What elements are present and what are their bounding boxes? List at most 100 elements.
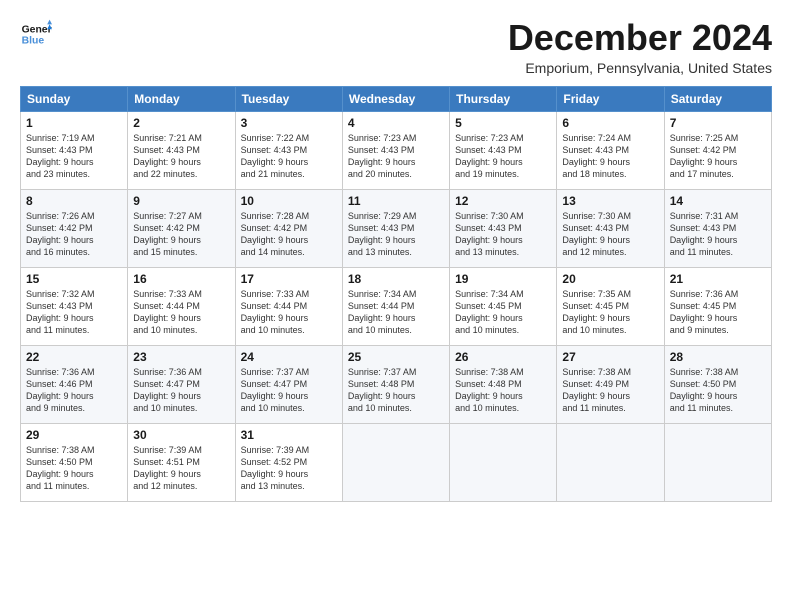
day-info: Sunrise: 7:28 AMSunset: 4:42 PMDaylight:… [241,210,337,259]
header-wednesday: Wednesday [342,86,449,111]
table-row: 10 Sunrise: 7:28 AMSunset: 4:42 PMDayligh… [235,189,342,267]
day-info: Sunrise: 7:38 AMSunset: 4:48 PMDaylight:… [455,366,551,415]
day-number: 31 [241,428,337,442]
calendar-week-row: 8 Sunrise: 7:26 AMSunset: 4:42 PMDaylight… [21,189,772,267]
table-row [557,423,664,501]
day-number: 5 [455,116,551,130]
svg-text:General: General [22,24,52,35]
table-row: 7 Sunrise: 7:25 AMSunset: 4:42 PMDaylight… [664,111,771,189]
day-number: 12 [455,194,551,208]
page: General Blue General Blue December 2024 … [0,0,792,512]
day-number: 16 [133,272,229,286]
header-thursday: Thursday [450,86,557,111]
table-row: 22Sunrise: 7:36 AMSunset: 4:46 PMDayligh… [21,345,128,423]
day-number: 26 [455,350,551,364]
table-row: 12 Sunrise: 7:30 AMSunset: 4:43 PMDayligh… [450,189,557,267]
table-row: 23 Sunrise: 7:36 AMSunset: 4:47 PMDayligh… [128,345,235,423]
table-row: 16 Sunrise: 7:33 AMSunset: 4:44 PMDayligh… [128,267,235,345]
day-number: 23 [133,350,229,364]
table-row: 14 Sunrise: 7:31 AMSunset: 4:43 PMDayligh… [664,189,771,267]
day-info: Sunrise: 7:27 AMSunset: 4:42 PMDaylight:… [133,210,229,259]
calendar-table: Sunday Monday Tuesday Wednesday Thursday… [20,86,772,502]
day-number: 14 [670,194,766,208]
logo-icon: General Blue [20,18,52,50]
table-row: 25Sunrise: 7:37 AMSunset: 4:48 PMDayligh… [342,345,449,423]
day-number: 28 [670,350,766,364]
day-info: Sunrise: 7:30 AMSunset: 4:43 PMDaylight:… [455,210,551,259]
day-info: Sunrise: 7:34 AMSunset: 4:45 PMDaylight:… [455,288,551,337]
day-number: 7 [670,116,766,130]
table-row: 5 Sunrise: 7:23 AMSunset: 4:43 PMDaylight… [450,111,557,189]
day-info: Sunrise: 7:34 AMSunset: 4:44 PMDaylight:… [348,288,444,337]
table-row: 8 Sunrise: 7:26 AMSunset: 4:42 PMDaylight… [21,189,128,267]
day-info: Sunrise: 7:25 AMSunset: 4:42 PMDaylight:… [670,132,766,181]
day-info: Sunrise: 7:26 AMSunset: 4:42 PMDaylight:… [26,210,122,259]
table-row: 27 Sunrise: 7:38 AMSunset: 4:49 PMDayligh… [557,345,664,423]
table-row: 20 Sunrise: 7:35 AMSunset: 4:45 PMDayligh… [557,267,664,345]
day-info: Sunrise: 7:36 AMSunset: 4:46 PMDaylight:… [26,366,122,415]
day-info: Sunrise: 7:39 AMSunset: 4:52 PMDaylight:… [241,444,337,493]
day-info: Sunrise: 7:36 AMSunset: 4:47 PMDaylight:… [133,366,229,415]
title-area: December 2024 Emporium, Pennsylvania, Un… [508,18,772,76]
day-number: 17 [241,272,337,286]
day-number: 8 [26,194,122,208]
day-info: Sunrise: 7:33 AMSunset: 4:44 PMDaylight:… [133,288,229,337]
header: General Blue General Blue December 2024 … [20,18,772,76]
header-tuesday: Tuesday [235,86,342,111]
day-number: 29 [26,428,122,442]
header-monday: Monday [128,86,235,111]
day-number: 30 [133,428,229,442]
logo: General Blue General Blue [20,18,52,50]
table-row: 29 Sunrise: 7:38 AMSunset: 4:50 PMDayligh… [21,423,128,501]
calendar-week-row: 29 Sunrise: 7:38 AMSunset: 4:50 PMDayligh… [21,423,772,501]
day-info: Sunrise: 7:37 AMSunset: 4:47 PMDaylight:… [241,366,337,415]
calendar-week-row: 1Sunrise: 7:19 AMSunset: 4:43 PMDaylight… [21,111,772,189]
day-info: Sunrise: 7:35 AMSunset: 4:45 PMDaylight:… [562,288,658,337]
day-number: 21 [670,272,766,286]
table-row [450,423,557,501]
day-info: Sunrise: 7:19 AMSunset: 4:43 PMDaylight:… [26,132,122,181]
table-row: 18Sunrise: 7:34 AMSunset: 4:44 PMDayligh… [342,267,449,345]
day-number: 24 [241,350,337,364]
header-saturday: Saturday [664,86,771,111]
day-info: Sunrise: 7:21 AMSunset: 4:43 PMDaylight:… [133,132,229,181]
calendar-header-row: Sunday Monday Tuesday Wednesday Thursday… [21,86,772,111]
table-row: 30 Sunrise: 7:39 AMSunset: 4:51 PMDayligh… [128,423,235,501]
day-number: 25 [348,350,444,364]
table-row [342,423,449,501]
day-number: 15 [26,272,122,286]
location: Emporium, Pennsylvania, United States [508,60,772,76]
day-info: Sunrise: 7:38 AMSunset: 4:49 PMDaylight:… [562,366,658,415]
day-info: Sunrise: 7:32 AMSunset: 4:43 PMDaylight:… [26,288,122,337]
table-row: 28 Sunrise: 7:38 AMSunset: 4:50 PMDayligh… [664,345,771,423]
day-info: Sunrise: 7:29 AMSunset: 4:43 PMDaylight:… [348,210,444,259]
day-info: Sunrise: 7:31 AMSunset: 4:43 PMDaylight:… [670,210,766,259]
header-friday: Friday [557,86,664,111]
svg-text:Blue: Blue [22,36,45,47]
day-info: Sunrise: 7:39 AMSunset: 4:51 PMDaylight:… [133,444,229,493]
day-number: 20 [562,272,658,286]
day-number: 6 [562,116,658,130]
calendar-week-row: 15 Sunrise: 7:32 AMSunset: 4:43 PMDayligh… [21,267,772,345]
day-number: 13 [562,194,658,208]
day-number: 2 [133,116,229,130]
day-number: 11 [348,194,444,208]
day-info: Sunrise: 7:30 AMSunset: 4:43 PMDaylight:… [562,210,658,259]
table-row: 13 Sunrise: 7:30 AMSunset: 4:43 PMDayligh… [557,189,664,267]
day-info: Sunrise: 7:38 AMSunset: 4:50 PMDaylight:… [26,444,122,493]
table-row [664,423,771,501]
day-number: 3 [241,116,337,130]
table-row: 15 Sunrise: 7:32 AMSunset: 4:43 PMDayligh… [21,267,128,345]
day-info: Sunrise: 7:38 AMSunset: 4:50 PMDaylight:… [670,366,766,415]
day-info: Sunrise: 7:23 AMSunset: 4:43 PMDaylight:… [455,132,551,181]
table-row: 19 Sunrise: 7:34 AMSunset: 4:45 PMDayligh… [450,267,557,345]
table-row: 4Sunrise: 7:23 AMSunset: 4:43 PMDaylight… [342,111,449,189]
day-number: 27 [562,350,658,364]
calendar-week-row: 22Sunrise: 7:36 AMSunset: 4:46 PMDayligh… [21,345,772,423]
header-sunday: Sunday [21,86,128,111]
table-row: 11 Sunrise: 7:29 AMSunset: 4:43 PMDayligh… [342,189,449,267]
table-row: 2 Sunrise: 7:21 AMSunset: 4:43 PMDaylight… [128,111,235,189]
day-info: Sunrise: 7:22 AMSunset: 4:43 PMDaylight:… [241,132,337,181]
day-number: 19 [455,272,551,286]
day-number: 10 [241,194,337,208]
